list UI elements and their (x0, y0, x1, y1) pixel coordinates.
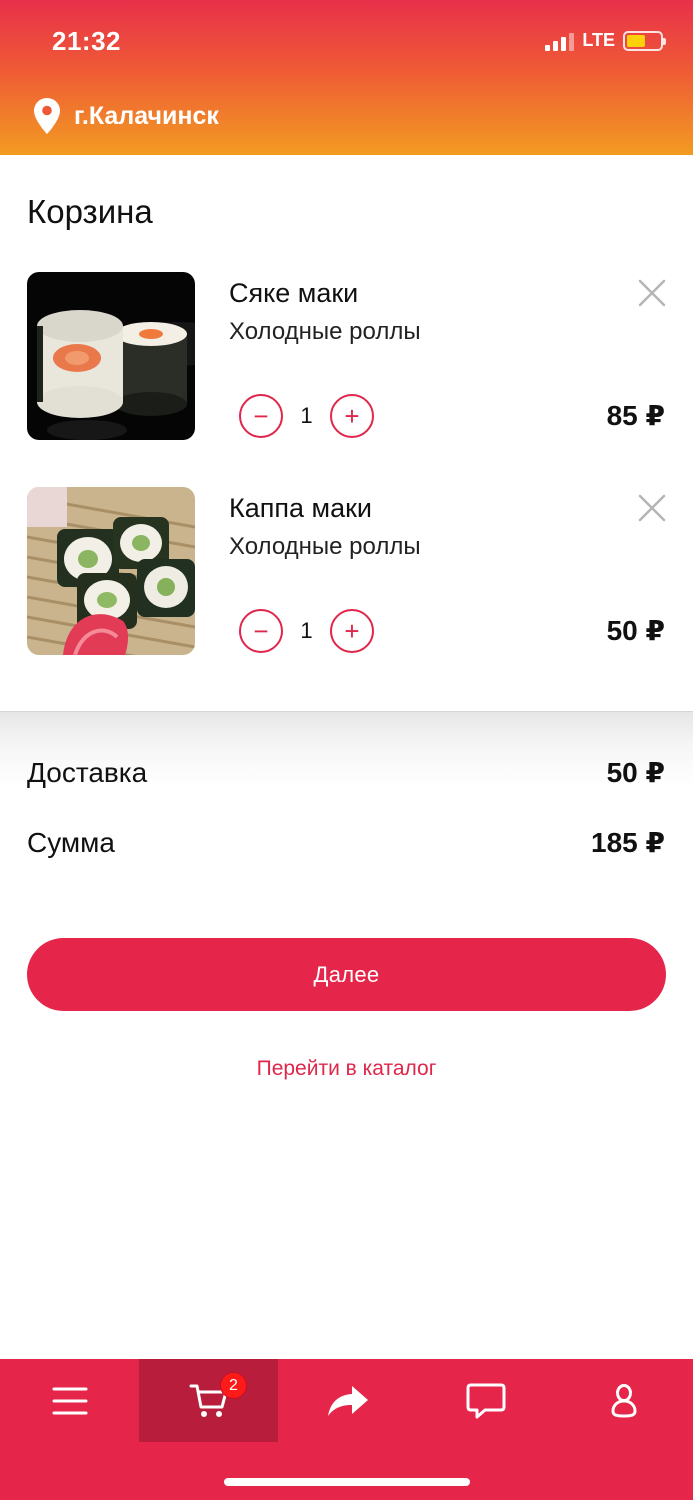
menu-icon (52, 1387, 87, 1414)
tab-cart[interactable]: 2 (139, 1359, 278, 1442)
product-name: Сяке маки (229, 278, 359, 308)
close-icon (638, 279, 666, 307)
tab-chat[interactable] (416, 1359, 555, 1442)
product-category: Холодные роллы (229, 318, 421, 345)
next-button[interactable]: Далее (27, 938, 666, 1011)
quantity-stepper: − 1 + (239, 394, 374, 438)
cart-item: Каппа маки Холодные роллы − 1 + 50 ₽ (0, 487, 693, 657)
status-time: 21:32 (52, 26, 121, 56)
page-title: Корзина (27, 193, 153, 230)
city-selector[interactable]: г.Калачинск (34, 98, 219, 134)
app-header: 21:32 LTE г.Калачинск (0, 0, 693, 155)
share-icon (327, 1385, 368, 1416)
profile-icon (610, 1383, 637, 1418)
increase-quantity-button[interactable]: + (330, 394, 374, 438)
battery-icon (623, 30, 666, 51)
total-row: Сумма 185 ₽ (27, 826, 665, 859)
tab-menu[interactable] (0, 1359, 139, 1442)
decrease-quantity-button[interactable]: − (239, 609, 283, 653)
total-label: Сумма (27, 826, 115, 858)
delivery-row: Доставка 50 ₽ (27, 756, 665, 789)
product-name: Каппа маки (229, 493, 372, 523)
tab-profile[interactable] (554, 1359, 693, 1442)
cart-item: Сяке маки Холодные роллы − 1 + 85 ₽ (0, 272, 693, 442)
signal-icon (545, 31, 575, 51)
increase-quantity-button[interactable]: + (330, 609, 374, 653)
status-indicators: LTE (545, 30, 666, 51)
close-icon (638, 494, 666, 522)
location-pin-icon (34, 98, 60, 134)
tab-share[interactable] (278, 1359, 417, 1442)
order-summary: Доставка 50 ₽ Сумма 185 ₽ (0, 711, 693, 901)
quantity-value: 1 (300, 403, 313, 428)
product-price: 50 ₽ (606, 615, 665, 646)
remove-item-button[interactable] (637, 493, 667, 523)
quantity-value: 1 (300, 618, 313, 643)
product-image[interactable] (27, 272, 195, 440)
go-to-catalog-link[interactable]: Перейти в каталог (0, 1057, 693, 1081)
product-image[interactable] (27, 487, 195, 655)
remove-item-button[interactable] (637, 278, 667, 308)
delivery-value: 50 ₽ (606, 757, 665, 788)
total-value: 185 ₽ (591, 827, 665, 858)
quantity-stepper: − 1 + (239, 609, 374, 653)
cart-count-badge: 2 (220, 1372, 247, 1399)
product-category: Холодные роллы (229, 533, 421, 560)
city-name: г.Калачинск (74, 101, 219, 130)
delivery-label: Доставка (27, 756, 148, 788)
decrease-quantity-button[interactable]: − (239, 394, 283, 438)
network-type: LTE (582, 30, 615, 50)
home-indicator (224, 1478, 470, 1486)
product-price: 85 ₽ (606, 400, 665, 431)
chat-icon (466, 1383, 505, 1418)
